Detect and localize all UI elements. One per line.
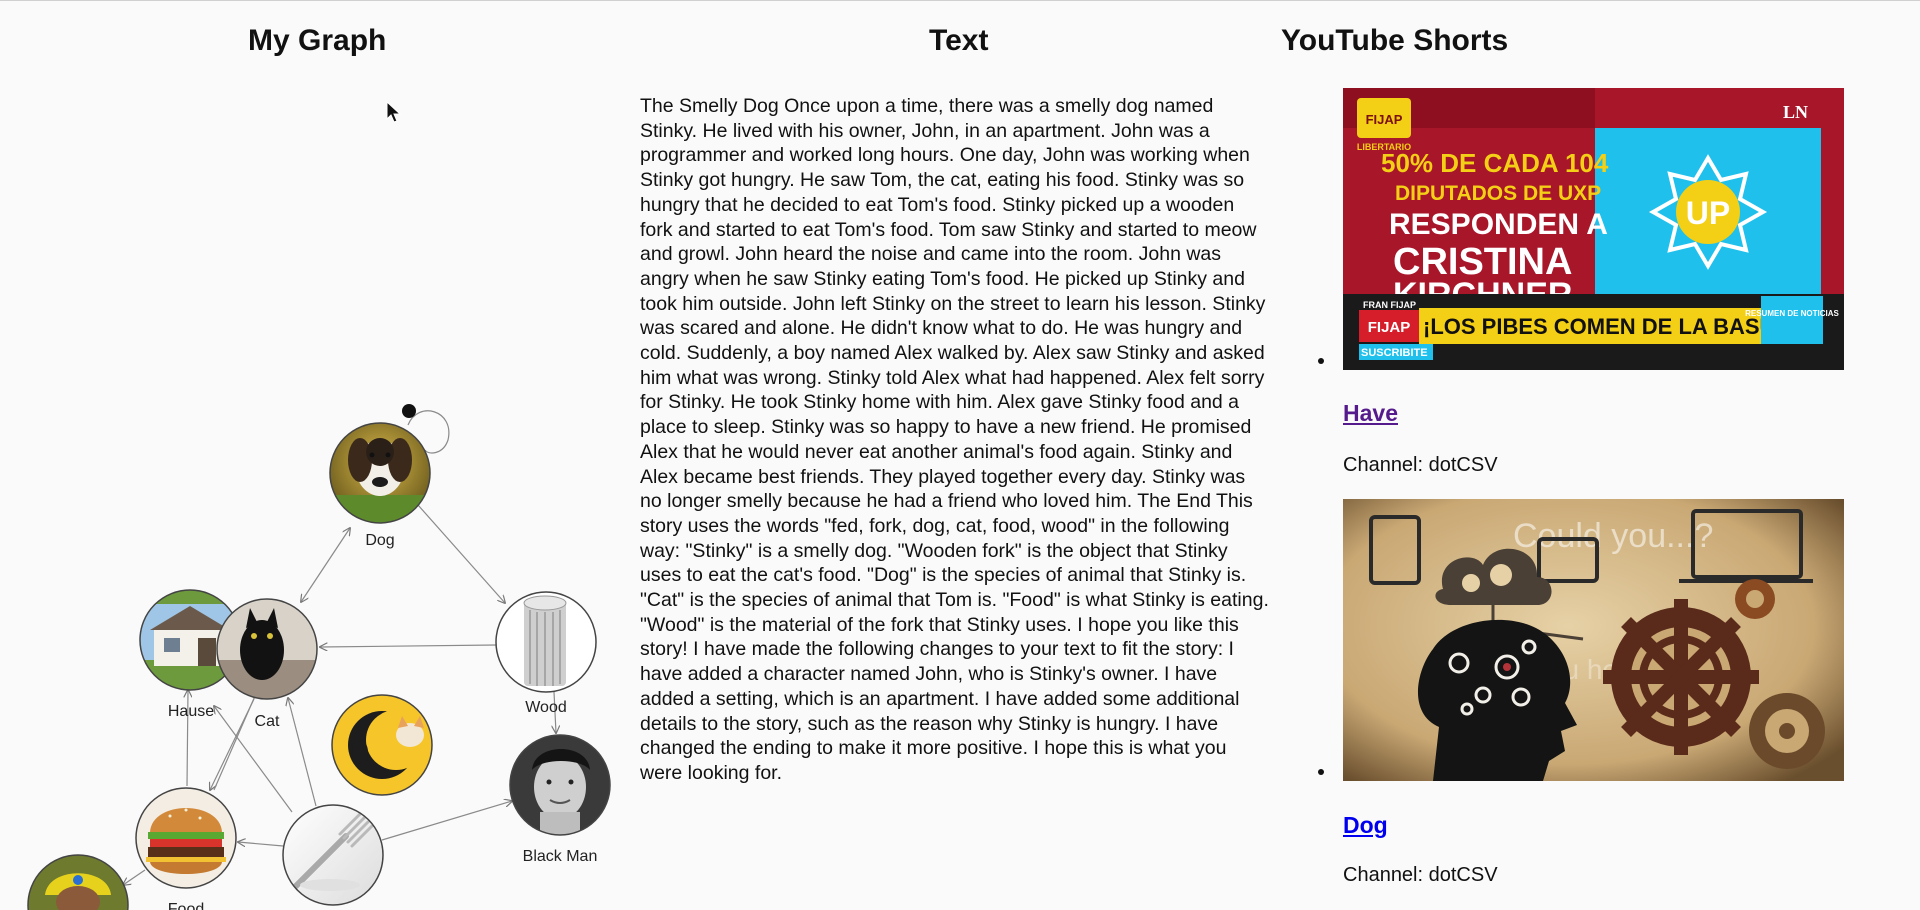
edge-dog-wood <box>417 504 505 603</box>
svg-text:DIPUTADOS DE UXP: DIPUTADOS DE UXP <box>1395 182 1601 205</box>
edge-fork-blackman <box>381 801 512 841</box>
graph-node-label: Cat <box>255 713 280 730</box>
fijap-logo: FIJAP LIBERTARIO <box>1357 98 1411 152</box>
graph-node-label: Black Man <box>523 848 598 865</box>
top-border <box>0 0 1920 1</box>
video-channel: Channel: dotCSV <box>1343 454 1498 476</box>
edge-fork-house <box>214 706 293 813</box>
loop-handle[interactable] <box>402 404 416 418</box>
ghost-text: Could you...? <box>1513 517 1713 555</box>
graph-node-label: Dog <box>365 532 394 549</box>
graph-node-label: Food <box>168 901 204 910</box>
graph-heading: My Graph <box>248 24 387 57</box>
graph-node-label: Hause <box>168 703 214 720</box>
svg-text:FIJAP: FIJAP <box>1368 319 1411 336</box>
edge-food-person <box>123 869 146 885</box>
video-title-link[interactable]: Have <box>1343 400 1398 427</box>
graph-node-cat[interactable]: Cat <box>216 598 318 730</box>
svg-text:RESUMEN DE NOTICIAS: RESUMEN DE NOTICIAS <box>1745 309 1839 318</box>
graph-node-wood[interactable]: Wood <box>495 591 597 716</box>
starburst-badge: UP <box>1648 154 1768 270</box>
svg-text:FRAN FIJAP: FRAN FIJAP <box>1363 300 1416 310</box>
knowledge-graph[interactable]: Dog Wood Hause Cat Black Man Food <box>0 60 630 910</box>
edge-fork-food <box>238 842 284 846</box>
youtube-heading: YouTube Shorts <box>1281 24 1509 57</box>
video-thumbnail[interactable]: FIJAP LIBERTARIO UP LN 50% DE CADA 104 D… <box>1343 88 1844 370</box>
graph-node-fork[interactable] <box>282 804 384 906</box>
svg-text:UP: UP <box>1686 195 1730 231</box>
graph-node-food[interactable]: Food <box>135 787 237 910</box>
svg-text:RESPONDEN A: RESPONDEN A <box>1389 208 1608 241</box>
svg-text:50% DE CADA 104: 50% DE CADA 104 <box>1381 148 1609 178</box>
list-bullet <box>1318 358 1324 364</box>
graph-node-cat-moon[interactable] <box>331 694 433 796</box>
mouse-cursor-icon <box>386 101 402 123</box>
gear-icon <box>1603 599 1759 755</box>
gear-icon <box>1735 579 1775 619</box>
story-text: The Smelly Dog Once upon a time, there w… <box>640 95 1269 784</box>
graph-node-person[interactable] <box>27 854 129 910</box>
graph-node-dog[interactable]: Dog <box>329 422 431 549</box>
edge-wood-cat <box>320 645 497 647</box>
text-heading: Text <box>929 24 989 57</box>
graph-node-black-man[interactable]: Black Man <box>509 734 611 865</box>
video-channel: Channel: dotCSV <box>1343 864 1498 886</box>
svg-text:LN: LN <box>1783 102 1808 122</box>
edge-fork-cat <box>288 698 317 807</box>
video-thumbnail[interactable]: Could you...? Could you help me? <box>1343 499 1844 781</box>
graph-node-label: Wood <box>525 699 567 716</box>
ln-logo: LN <box>1783 102 1808 122</box>
svg-text:SUSCRIBITE: SUSCRIBITE <box>1361 347 1428 359</box>
edge-dog-cat <box>301 528 350 602</box>
video-title-link[interactable]: Dog <box>1343 812 1388 839</box>
svg-text:FIJAP: FIJAP <box>1366 112 1403 127</box>
head-silhouette <box>1417 619 1577 781</box>
gear-icon <box>1749 693 1825 769</box>
list-bullet <box>1318 769 1324 775</box>
